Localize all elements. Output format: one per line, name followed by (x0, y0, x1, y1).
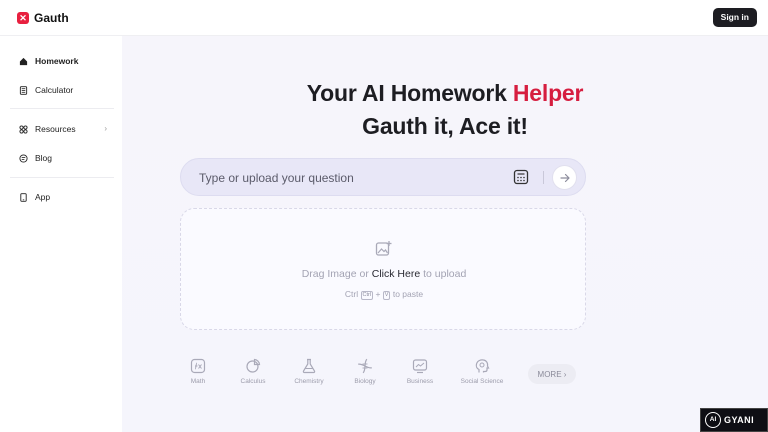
send-button[interactable] (552, 165, 577, 190)
upload-dropzone[interactable]: Drag Image or Click Here to upload Ctrl … (180, 208, 586, 330)
blog-icon (19, 153, 28, 163)
calculator-icon[interactable] (513, 169, 529, 185)
sidebar: Homework Calculator Resources › Blog App (0, 36, 122, 432)
grid-icon (19, 124, 28, 134)
question-input[interactable] (199, 168, 489, 188)
sidebar-item-resources[interactable]: Resources › (19, 121, 111, 137)
subject-business[interactable]: Business (388, 358, 452, 385)
sign-in-button[interactable]: Sign in (712, 8, 757, 27)
chevron-right-icon: › (104, 124, 107, 133)
subject-label: Business (406, 378, 434, 385)
subject-label: Chemistry (294, 378, 324, 385)
sidebar-item-calculator[interactable]: Calculator (19, 82, 111, 98)
v-key: V (382, 291, 391, 300)
flask-icon (302, 358, 316, 374)
hero-subtitle: Gauth it, Ace it! (362, 113, 528, 139)
sidebar-item-homework[interactable]: Homework (19, 53, 111, 69)
sidebar-item-blog[interactable]: Blog (19, 150, 111, 166)
sidebar-item-label: Resources (35, 124, 76, 134)
math-icon (190, 358, 206, 374)
watermark-logo: AI (705, 412, 721, 428)
search-divider (543, 171, 544, 184)
ctrl-key: Ctrl (360, 291, 374, 300)
chart-icon (412, 359, 428, 374)
dna-icon (358, 358, 372, 374)
sidebar-item-label: Blog (35, 153, 53, 163)
brand-name: Gauth (34, 11, 69, 25)
arrow-right-icon (560, 173, 570, 183)
subject-calculus[interactable]: Calculus (221, 358, 285, 385)
calculator-icon (19, 85, 28, 95)
sidebar-item-label: Homework (35, 56, 79, 66)
sidebar-item-app[interactable]: App (19, 189, 111, 205)
paste-prefix: Ctrl (344, 289, 359, 299)
logo-mark-icon: ✕ (17, 12, 29, 24)
phone-icon (20, 192, 27, 202)
subject-chemistry[interactable]: Chemistry (277, 358, 341, 385)
hero-title: Your AI Homework Helper (122, 80, 768, 107)
hero-title-prefix: Your AI Homework (306, 80, 513, 106)
subject-label: Calculus (240, 378, 266, 385)
calculus-icon (246, 358, 261, 373)
subject-social-science[interactable]: Social Science (450, 358, 514, 385)
watermark-text: GYANI (724, 415, 755, 425)
sidebar-divider (10, 108, 114, 109)
plus-sign: + (375, 289, 381, 299)
paste-hint: Ctrl Ctrl + V to paste (181, 289, 587, 300)
sidebar-item-label: App (35, 192, 51, 202)
top-bar: ✕ Gauth Sign in (0, 0, 768, 36)
image-upload-icon (375, 241, 392, 256)
subject-label: Social Science (460, 378, 504, 385)
gauth-logo[interactable]: ✕ Gauth (17, 11, 69, 25)
sidebar-item-label: Calculator (35, 85, 74, 95)
main-content: Your AI Homework Helper Gauth it, Ace it… (122, 36, 768, 432)
question-search-bar (180, 158, 586, 196)
more-subjects-button[interactable]: MORE › (528, 364, 576, 384)
drag-image-label: Drag Image or (301, 268, 372, 280)
click-here-link[interactable]: Click Here (372, 268, 420, 280)
paste-suffix: to paste (392, 289, 424, 299)
drag-image-text: Drag Image or Click Here to upload (181, 268, 587, 280)
ai-gyani-watermark: AI GYANI (700, 408, 768, 432)
sidebar-divider (10, 177, 114, 178)
to-upload-label: to upload (420, 268, 467, 280)
home-icon (19, 57, 28, 65)
hero-title-accent: Helper (512, 80, 584, 106)
brain-icon (475, 359, 490, 373)
